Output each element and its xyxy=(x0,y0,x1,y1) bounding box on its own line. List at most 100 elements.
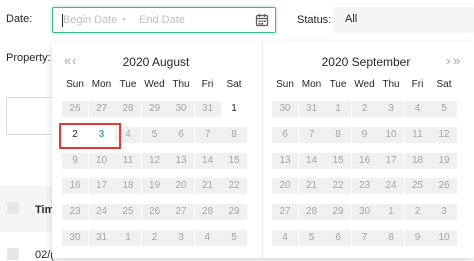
day-cell-disabled: 16 xyxy=(69,180,81,192)
weekday-fri: Fri xyxy=(201,79,214,90)
weekday-wed: Wed xyxy=(144,79,165,90)
day-cell-disabled: 30 xyxy=(175,103,187,114)
day-cell-disabled: 14 xyxy=(305,154,318,166)
panel-divider xyxy=(262,42,263,258)
date-range-input[interactable]: Begin Date - End Date xyxy=(52,7,276,33)
day-cell-disabled: 30 xyxy=(358,206,371,218)
date-label: Date: xyxy=(6,13,33,25)
calendar-icon[interactable] xyxy=(255,13,269,27)
day-cell-disabled: 9 xyxy=(414,232,421,243)
day-cell-disabled: 8 xyxy=(335,128,341,140)
weekday-thu: Thu xyxy=(382,79,400,90)
day-cell-disabled: 18 xyxy=(122,180,134,192)
day-cell-disabled: 6 xyxy=(178,128,184,140)
select-all-checkbox[interactable] xyxy=(7,202,19,214)
prev-year-button[interactable]: « xyxy=(64,54,71,68)
day-cell-disabled: 7 xyxy=(204,128,211,140)
day-cell-disabled: 3 xyxy=(388,103,394,114)
day-cell-disabled: 25 xyxy=(122,206,134,218)
day-cell-disabled: 24 xyxy=(95,206,108,218)
day-cell-disabled: 5 xyxy=(441,103,447,114)
status-label: Status: xyxy=(297,14,332,26)
date-picker-popup: « ‹ 2020 August 2020 September › » Sun Mo… xyxy=(52,42,474,258)
day-cell-disabled: 27 xyxy=(175,206,187,218)
next-month-button[interactable]: › xyxy=(446,54,450,68)
day-cell-disabled: 31 xyxy=(95,232,108,243)
day-cell-enabled[interactable]: 1 xyxy=(221,102,247,116)
day-cell-disabled: 31 xyxy=(305,103,318,114)
day-cell-disabled: 8 xyxy=(231,128,237,140)
day-cell-disabled: 30 xyxy=(69,232,81,243)
day-cell-disabled: 20 xyxy=(279,180,291,192)
day-cell-disabled: 4 xyxy=(282,232,288,243)
weekday-mon: Mon xyxy=(91,79,112,90)
day-cell-disabled: 5 xyxy=(231,232,237,243)
day-cell-disabled: 18 xyxy=(411,154,424,166)
day-cell-disabled: 24 xyxy=(385,180,397,192)
weekday-fri: Fri xyxy=(411,79,424,90)
status-select[interactable]: All xyxy=(333,7,474,33)
day-cell-disabled: 9 xyxy=(72,154,78,166)
begin-date-input[interactable]: Begin Date xyxy=(63,14,117,26)
day-cell-disabled: 12 xyxy=(438,128,450,140)
day-cell-disabled: 5 xyxy=(308,232,315,243)
day-cell-disabled: 10 xyxy=(385,128,397,140)
day-cell-disabled: 2 xyxy=(151,232,158,243)
day-cell-disabled: 1 xyxy=(125,232,131,243)
day-cell-disabled: 7 xyxy=(308,128,315,140)
day-cell-disabled: 21 xyxy=(201,180,214,192)
day-cell-disabled: 20 xyxy=(175,180,187,192)
day-cell-disabled: 6 xyxy=(282,128,288,140)
day-cell-disabled: 17 xyxy=(385,154,397,166)
day-cell-disabled: 15 xyxy=(332,154,344,166)
row-checkbox[interactable] xyxy=(7,248,19,260)
day-cell-disabled: 2 xyxy=(414,206,421,218)
day-cell-disabled: 1 xyxy=(335,103,341,114)
day-cell-disabled: 9 xyxy=(361,128,368,140)
weekday-sun: Sun xyxy=(66,79,84,90)
day-cell-disabled: 27 xyxy=(95,103,108,114)
day-cell-disabled: 11 xyxy=(122,154,134,166)
day-cell-disabled: 1 xyxy=(388,206,394,218)
day-cell-disabled: 13 xyxy=(175,154,187,166)
day-cell-disabled: 26 xyxy=(69,103,81,114)
weekday-wed: Wed xyxy=(354,79,375,90)
day-cell-disabled: 10 xyxy=(438,232,450,243)
weekday-sat: Sat xyxy=(226,79,242,90)
day-cell-disabled: 29 xyxy=(148,103,161,114)
day-cell-disabled: 10 xyxy=(95,154,108,166)
day-cell-disabled: 3 xyxy=(441,206,447,218)
day-cell-disabled: 28 xyxy=(201,206,214,218)
day-cell-disabled: 22 xyxy=(332,180,344,192)
day-cell-disabled: 14 xyxy=(201,154,214,166)
day-cell-disabled: 8 xyxy=(388,232,394,243)
prev-month-button[interactable]: ‹ xyxy=(72,54,76,68)
day-cell-disabled: 16 xyxy=(358,154,371,166)
left-month-title: 2020 August xyxy=(122,55,190,69)
day-cell-disabled: 5 xyxy=(151,128,158,140)
day-cell-disabled: 6 xyxy=(335,232,341,243)
weekday-tue: Tue xyxy=(329,79,347,90)
day-cell-disabled: 31 xyxy=(201,103,214,114)
day-cell-disabled: 28 xyxy=(122,103,134,114)
weekday-thu: Thu xyxy=(172,79,190,90)
weekday-mon: Mon xyxy=(301,79,322,90)
range-separator: - xyxy=(122,13,126,25)
status-value: All xyxy=(345,13,358,25)
weekday-sun: Sun xyxy=(276,79,294,90)
day-cell-disabled: 26 xyxy=(148,206,161,218)
day-cell-disabled: 28 xyxy=(305,206,318,218)
next-year-button[interactable]: » xyxy=(453,54,460,68)
day-cell-disabled: 21 xyxy=(305,180,318,192)
day-cell-disabled: 23 xyxy=(69,206,81,218)
right-month-title: 2020 September xyxy=(321,55,411,69)
property-label: Property: xyxy=(6,52,51,64)
day-cell-disabled: 13 xyxy=(279,154,291,166)
day-cell-disabled: 27 xyxy=(279,206,291,218)
day-cell-disabled: 22 xyxy=(228,180,240,192)
day-cell-disabled: 12 xyxy=(148,154,161,166)
day-cell-disabled: 25 xyxy=(411,180,424,192)
end-date-input[interactable]: End Date xyxy=(139,14,185,26)
day-cell-disabled: 19 xyxy=(148,180,161,192)
highlight-annotation xyxy=(59,123,121,149)
